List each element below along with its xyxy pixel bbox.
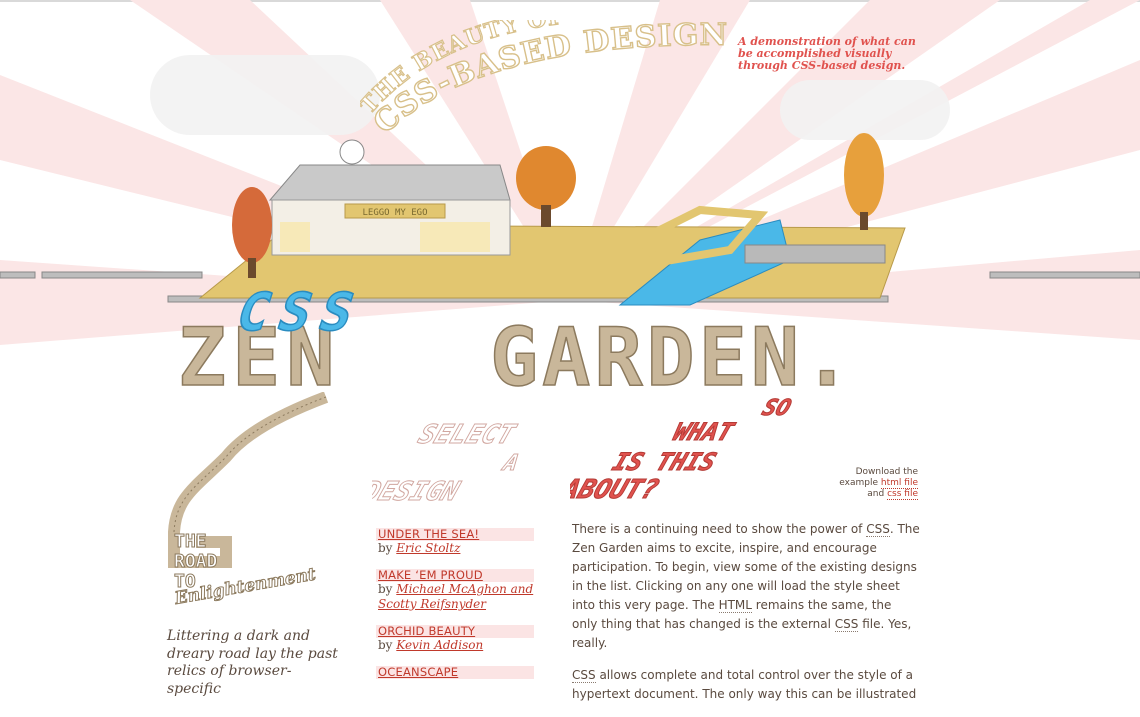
building: LEGGO MY EGO bbox=[268, 139, 511, 256]
design-list: UNDER THE SEA! by Eric Stoltz MAKE ‘EM P… bbox=[376, 528, 534, 692]
design-byline: by Michael McAghon and Scotty Reifsnyder bbox=[376, 582, 534, 612]
about-paragraph-1: There is a continuing need to show the p… bbox=[572, 520, 920, 653]
download-and: and bbox=[867, 489, 885, 499]
logo-css: CSS bbox=[229, 281, 373, 342]
building-sign: LEGGO MY EGO bbox=[362, 208, 427, 218]
about-heading-line4: ABOUT? bbox=[570, 475, 663, 505]
abbr-html: HTML bbox=[718, 598, 752, 613]
select-heading-line1: SELECT bbox=[414, 420, 520, 450]
road-to-enlightenment-heading: THE ROAD TO Enlightenment bbox=[168, 392, 329, 610]
stone-wall bbox=[744, 244, 886, 264]
about-heading-line1: SO bbox=[759, 396, 795, 421]
list-item: UNDER THE SEA! by Eric Stoltz bbox=[376, 528, 534, 556]
what-is-this-about-heading: SO WHAT IS THIS ABOUT? bbox=[570, 395, 795, 505]
list-item: ORCHID BEAUTY by Kevin Addison bbox=[376, 625, 534, 653]
by-label: by bbox=[378, 541, 393, 555]
about-paragraph-2: CSS allows complete and total control ov… bbox=[572, 666, 920, 704]
tree-right bbox=[844, 133, 884, 230]
road-intro-text: Littering a dark and dreary road lay the… bbox=[167, 628, 338, 697]
design-byline: by Eric Stoltz bbox=[376, 541, 534, 556]
road-heading-line2: ROAD bbox=[174, 551, 218, 572]
list-item: MAKE ‘EM PROUD by Michael McAghon and Sc… bbox=[376, 569, 534, 612]
about-heading-line2: WHAT bbox=[670, 418, 739, 446]
by-label: by bbox=[378, 638, 393, 652]
abbr-css: CSS bbox=[834, 617, 859, 632]
download-css-link[interactable]: css file bbox=[887, 489, 918, 500]
about-content: There is a continuing need to show the p… bbox=[572, 520, 920, 717]
road-heading-line1: THE bbox=[174, 531, 207, 552]
tree-center bbox=[516, 146, 576, 227]
select-heading-line3: DESIGN bbox=[372, 477, 464, 507]
download-html-link[interactable]: html file bbox=[880, 478, 918, 489]
logo-garden: GARDEN. bbox=[490, 311, 855, 400]
by-label: by bbox=[378, 582, 393, 596]
select-a-design-heading: SELECT A DESIGN bbox=[372, 419, 523, 507]
design-byline: by Kevin Addison bbox=[376, 638, 534, 653]
select-heading-line2: A bbox=[498, 451, 522, 476]
design-link-oceanscape[interactable]: OCEANSCAPE bbox=[376, 666, 534, 679]
text-segment: There is a continuing need to show the p… bbox=[572, 522, 867, 536]
text-segment: allows complete and total control over t… bbox=[572, 668, 917, 701]
lego-scene: LEGGO MY EGO ZEN CSS GARDEN. bbox=[0, 133, 1140, 400]
design-link-make-em-proud[interactable]: MAKE ‘EM PROUD bbox=[376, 569, 534, 582]
author-link[interactable]: Michael McAghon and Scotty Reifsnyder bbox=[378, 582, 533, 611]
design-link-under-the-sea[interactable]: UNDER THE SEA! bbox=[376, 528, 534, 541]
download-links: Download the example html file and css f… bbox=[830, 467, 918, 500]
abbr-css: CSS bbox=[866, 522, 890, 537]
about-heading-line3: IS THIS bbox=[609, 448, 720, 476]
author-link[interactable]: Kevin Addison bbox=[396, 638, 483, 652]
author-link[interactable]: Eric Stoltz bbox=[396, 541, 460, 555]
design-link-orchid-beauty[interactable]: ORCHID BEAUTY bbox=[376, 625, 534, 638]
list-item: OCEANSCAPE bbox=[376, 666, 534, 679]
